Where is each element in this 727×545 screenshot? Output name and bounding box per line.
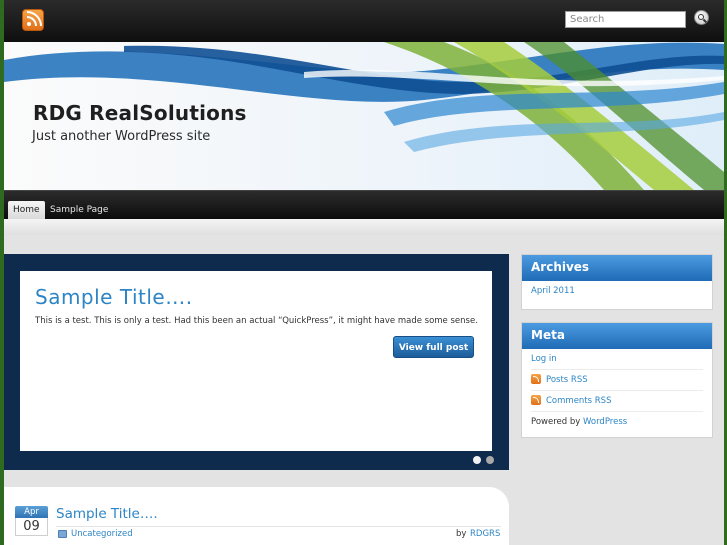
search-icon[interactable] bbox=[694, 10, 709, 25]
powered-by-label: Powered by bbox=[531, 417, 583, 427]
slide-excerpt: This is a test. This is only a test. Had… bbox=[35, 316, 478, 326]
slide-title[interactable]: Sample Title…. bbox=[35, 285, 193, 309]
list-item: April 2011 bbox=[531, 281, 703, 302]
list-item: Log in bbox=[531, 349, 703, 370]
post-title[interactable]: Sample Title…. bbox=[56, 506, 158, 522]
slide-card: Sample Title…. This is a test. This is o… bbox=[20, 271, 492, 451]
slider-dot-2[interactable] bbox=[486, 456, 494, 464]
meta-widget-title: Meta bbox=[522, 323, 712, 349]
post-date-day: 09 bbox=[15, 518, 48, 536]
top-bar bbox=[4, 0, 724, 42]
post-by-label: by bbox=[456, 529, 467, 539]
list-item: Posts RSS bbox=[531, 370, 703, 391]
main-nav: Home Sample Page bbox=[4, 190, 724, 220]
post-date-month: Apr bbox=[15, 506, 48, 518]
subnav-strip bbox=[4, 219, 724, 235]
archives-widget: Archives April 2011 bbox=[521, 254, 713, 310]
posts-rss-link[interactable]: Posts RSS bbox=[546, 375, 588, 385]
rss-icon bbox=[531, 373, 541, 384]
list-item: Comments RSS bbox=[531, 391, 703, 412]
post-author-link[interactable]: RDGRS bbox=[470, 529, 500, 539]
featured-slider: Sample Title…. This is a test. This is o… bbox=[4, 254, 509, 470]
nav-item-sample-page[interactable]: Sample Page bbox=[50, 201, 108, 220]
post-divider bbox=[56, 526, 501, 527]
login-link[interactable]: Log in bbox=[531, 354, 557, 364]
rss-feed-icon[interactable] bbox=[22, 9, 44, 31]
nav-item-home[interactable]: Home bbox=[8, 201, 45, 220]
meta-widget: Meta Log in Posts RSS Comments RSS Power… bbox=[521, 322, 713, 438]
site-header: RDG RealSolutions Just another WordPress… bbox=[4, 42, 724, 190]
folder-icon bbox=[58, 530, 67, 538]
post-entry: Apr 09 Sample Title…. Uncategorized by R… bbox=[4, 487, 509, 545]
archive-link-april-2011[interactable]: April 2011 bbox=[531, 286, 575, 296]
slider-dot-1[interactable] bbox=[473, 456, 481, 464]
list-item: Powered by WordPress bbox=[531, 412, 703, 433]
wordpress-link[interactable]: WordPress bbox=[583, 417, 627, 427]
archives-widget-title: Archives bbox=[522, 255, 712, 281]
comments-rss-link[interactable]: Comments RSS bbox=[546, 396, 611, 406]
view-full-post-button[interactable]: View full post bbox=[393, 336, 474, 358]
post-category-link[interactable]: Uncategorized bbox=[71, 529, 133, 539]
rss-icon bbox=[531, 394, 541, 405]
search-input[interactable] bbox=[565, 11, 686, 28]
site-tagline: Just another WordPress site bbox=[32, 129, 211, 144]
site-title[interactable]: RDG RealSolutions bbox=[33, 101, 247, 125]
